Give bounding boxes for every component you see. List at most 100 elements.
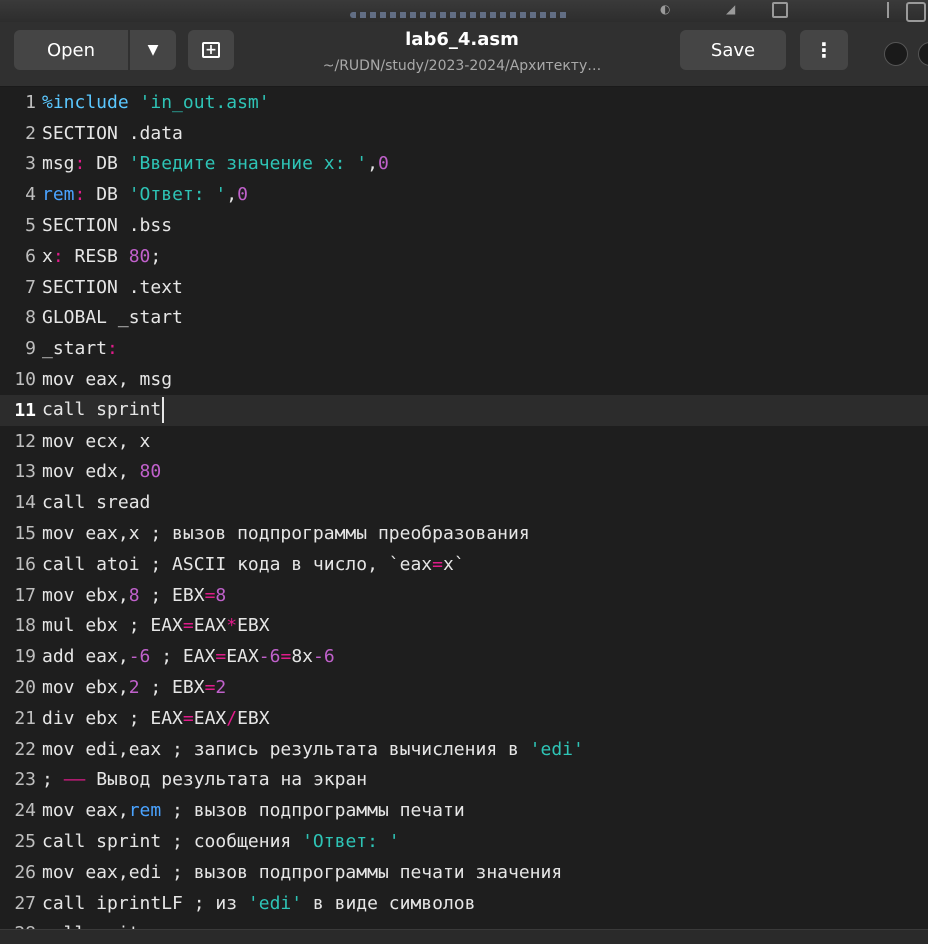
code-line[interactable]: 22 mov edi,eax ; запись результата вычисл… xyxy=(0,734,928,765)
code-token: SECTION .data xyxy=(42,122,183,144)
code-line[interactable]: 2 SECTION .data xyxy=(0,118,928,149)
open-dropdown-button[interactable]: ▼ xyxy=(130,30,176,70)
code-token: mul ebx ; EAX xyxy=(42,615,183,637)
code-line[interactable]: 4 rem: DB 'Ответ: ',0 xyxy=(0,179,928,210)
code-line[interactable]: 25 call sprint ; сообщения 'Ответ: ' xyxy=(0,826,928,857)
code-text: mov ebx,8 ; EBX=8 xyxy=(42,585,226,606)
main-menu-button[interactable]: ⋮ xyxy=(800,30,848,70)
save-button-label: Save xyxy=(710,39,756,61)
code-text: GLOBAL _start xyxy=(42,307,183,328)
code-line[interactable]: 7 SECTION .text xyxy=(0,272,928,303)
code-text: mul ebx ; EAX=EAX*EBX xyxy=(42,615,270,636)
code-token: 80 xyxy=(139,461,162,483)
code-line[interactable]: 26 mov eax,edi ; вызов подпрограммы печат… xyxy=(0,857,928,888)
code-token: 80 xyxy=(128,245,151,267)
code-token: rem xyxy=(42,184,75,206)
line-number: 23 xyxy=(14,769,36,791)
code-line[interactable]: 10 mov eax, msg xyxy=(0,364,928,395)
line-number: 24 xyxy=(14,800,36,822)
kebab-menu-icon: ⋮ xyxy=(814,38,834,62)
line-number: 12 xyxy=(14,430,36,452)
code-token: = xyxy=(204,584,216,606)
code-token: 'Введите значение x: ' xyxy=(128,153,368,175)
maximize-button[interactable] xyxy=(918,42,928,66)
code-line[interactable]: 16 call atoi ; ASCII кода в число, `eax=x… xyxy=(0,549,928,580)
code-text: SECTION .data xyxy=(42,123,183,144)
code-text: call atoi ; ASCII кода в число, `eax=x` xyxy=(42,554,465,575)
code-line[interactable]: 20 mov ebx,2 ; EBX=2 xyxy=(0,672,928,703)
code-token: 0 xyxy=(377,153,389,175)
line-number: 10 xyxy=(14,369,36,391)
code-token: : xyxy=(52,245,64,267)
code-token: SECTION .text xyxy=(42,276,183,298)
code-line[interactable]: 24 mov eax,rem ; вызов подпрограммы печат… xyxy=(0,795,928,826)
code-token: 8x xyxy=(291,646,313,668)
code-text: mov eax,rem ; вызов подпрограммы печати xyxy=(42,800,465,821)
minimize-button[interactable] xyxy=(884,42,908,66)
open-button[interactable]: Open xyxy=(14,30,128,70)
line-number: 2 xyxy=(25,122,36,144)
code-line[interactable]: 5 SECTION .bss xyxy=(0,210,928,241)
code-text: %include 'in_out.asm' xyxy=(42,92,270,113)
code-token: ; EBX xyxy=(139,584,205,606)
code-token: ; xyxy=(42,769,64,791)
code-token: = xyxy=(432,553,443,575)
line-number: 25 xyxy=(14,831,36,853)
code-line[interactable]: 6 x: RESB 80; xyxy=(0,241,928,272)
code-line[interactable]: 17 mov ebx,8 ; EBX=8 xyxy=(0,580,928,611)
code-line[interactable]: 12 mov ecx, x xyxy=(0,426,928,457)
code-editor[interactable]: 1 %include 'in_out.asm' 2 SECTION .data 3 msg… xyxy=(0,87,928,929)
text-cursor xyxy=(162,397,165,424)
code-token: 'Ответ: ' xyxy=(128,184,227,206)
line-number: 20 xyxy=(14,677,36,699)
line-number: 11 xyxy=(14,399,36,421)
code-token: add eax, xyxy=(42,646,129,668)
code-line[interactable]: 28call quit ; вызов подпрограммы заверше… xyxy=(0,919,928,929)
line-number: 5 xyxy=(25,215,36,237)
code-text: mov edx, 80 xyxy=(42,461,161,482)
code-line[interactable]: 27 call iprintLF ; из 'edi' в виде символ… xyxy=(0,888,928,919)
code-token: = xyxy=(182,615,194,637)
code-token: mov eax,edi ; вызов подпрограммы печати … xyxy=(42,861,563,883)
code-text: x: RESB 80; xyxy=(42,246,161,267)
code-line[interactable]: 15 mov eax,x ; вызов подпрограммы преобра… xyxy=(0,518,928,549)
code-line[interactable]: 8 GLOBAL _start xyxy=(0,303,928,334)
code-line[interactable]: 18 mul ebx ; EAX=EAX*EBX xyxy=(0,611,928,642)
code-token: EAX xyxy=(226,646,259,668)
code-line[interactable]: 23; —— Вывод результата на экран xyxy=(0,765,928,796)
code-text: mov ebx,2 ; EBX=2 xyxy=(42,677,226,698)
code-token: 'edi' xyxy=(529,738,584,760)
code-token: call atoi ; ASCII кода в число, `eax xyxy=(42,553,433,575)
blurred-tab-strip xyxy=(350,12,570,18)
code-line[interactable]: 14 call sread xyxy=(0,487,928,518)
code-token: -6 xyxy=(313,646,335,668)
code-token: ; EAX xyxy=(150,646,216,668)
code-line[interactable]: 3 msg: DB 'Введите значение x: ',0 xyxy=(0,149,928,180)
code-token: call sprint xyxy=(42,399,162,421)
code-line[interactable]: 13 mov edx, 80 xyxy=(0,457,928,488)
save-button[interactable]: Save xyxy=(680,30,786,70)
code-line[interactable]: 19 add eax,-6 ; EAX=EAX-6=8x-6 xyxy=(0,641,928,672)
line-number: 9 xyxy=(25,338,36,360)
code-token: 2 xyxy=(215,677,227,699)
code-token: GLOBAL _start xyxy=(42,307,183,329)
code-token: , xyxy=(226,184,238,206)
line-number: 14 xyxy=(14,492,36,514)
code-token: x` xyxy=(442,553,465,575)
code-text: add eax,-6 ; EAX=EAX-6=8x-6 xyxy=(42,646,335,667)
code-text: mov eax,x ; вызов подпрограммы преобразо… xyxy=(42,523,530,544)
new-document-button[interactable]: + xyxy=(188,30,234,70)
code-token: DB xyxy=(85,153,129,175)
code-token: 8 xyxy=(128,584,140,606)
code-token: -6 xyxy=(258,646,281,668)
code-token: %include xyxy=(42,91,129,113)
code-token: call iprintLF ; из xyxy=(42,892,248,914)
code-line[interactable]: 9 _start: xyxy=(0,333,928,364)
code-token: EBX xyxy=(237,707,270,729)
code-line[interactable]: 1 %include 'in_out.asm' xyxy=(0,87,928,118)
code-token: = xyxy=(215,646,227,668)
code-line[interactable]: 11 call sprint xyxy=(0,395,928,426)
code-token: = xyxy=(280,646,292,668)
code-token: * xyxy=(226,615,238,637)
code-line[interactable]: 21 div ebx ; EAX=EAX/EBX xyxy=(0,703,928,734)
